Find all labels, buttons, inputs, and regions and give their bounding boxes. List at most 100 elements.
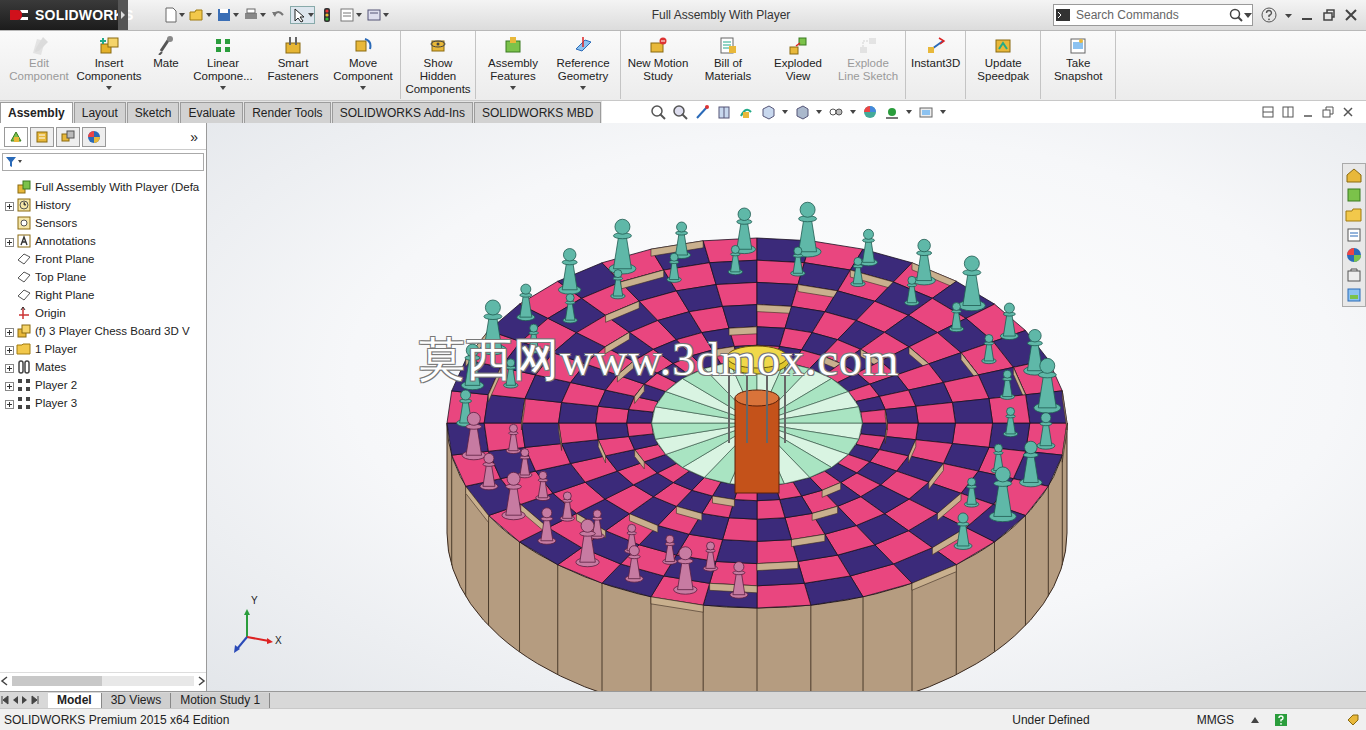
dropdown-arrow-icon[interactable] bbox=[1244, 11, 1252, 19]
expander[interactable] bbox=[5, 399, 14, 408]
command-button[interactable]: New Motion Study bbox=[623, 31, 693, 83]
task-pane-icon[interactable] bbox=[1345, 166, 1363, 184]
rebuild-icon[interactable] bbox=[319, 7, 335, 23]
task-pane-icon[interactable] bbox=[1345, 246, 1363, 264]
command-icon[interactable] bbox=[156, 35, 176, 55]
task-pane-icon[interactable] bbox=[1345, 186, 1363, 204]
command-icon[interactable] bbox=[718, 35, 738, 55]
dropdown-arrow-icon[interactable] bbox=[233, 12, 239, 18]
tree-item[interactable]: Full Assembly With Player (Defa bbox=[0, 178, 206, 196]
view-tool-icon[interactable] bbox=[918, 104, 934, 120]
command-icon[interactable] bbox=[648, 35, 668, 55]
command-icon[interactable] bbox=[503, 35, 523, 55]
file-props-icon[interactable] bbox=[339, 7, 355, 23]
quick-button[interactable] bbox=[162, 7, 185, 23]
tree-item[interactable]: Annotations bbox=[0, 232, 206, 250]
close-icon[interactable] bbox=[1342, 106, 1354, 118]
dropdown-arrow-icon[interactable] bbox=[308, 12, 314, 18]
tree-item[interactable]: Player 3 bbox=[0, 394, 206, 412]
help-icon[interactable] bbox=[1261, 7, 1277, 23]
command-tab[interactable]: Evaluate bbox=[180, 102, 243, 123]
command-button[interactable]: Explode Line Sketch bbox=[833, 31, 903, 83]
save-icon[interactable] bbox=[216, 7, 232, 23]
expander[interactable] bbox=[5, 291, 14, 300]
dropdown-arrow-icon[interactable] bbox=[206, 12, 212, 18]
view-tool-icon[interactable] bbox=[828, 104, 844, 120]
menu-caret[interactable] bbox=[106, 86, 112, 90]
tree-item[interactable]: Player 2 bbox=[0, 376, 206, 394]
tree-item[interactable]: Front Plane bbox=[0, 250, 206, 268]
tree-item[interactable]: History bbox=[0, 196, 206, 214]
command-button[interactable]: Bill of Materials bbox=[693, 31, 763, 83]
expander[interactable] bbox=[5, 327, 14, 336]
tree-item[interactable]: 1 Player bbox=[0, 340, 206, 358]
new-icon[interactable] bbox=[162, 7, 178, 23]
close-icon[interactable] bbox=[1344, 8, 1358, 22]
command-button[interactable]: Smart Fasteners bbox=[258, 31, 328, 83]
view-tool-icon[interactable] bbox=[884, 104, 900, 120]
tab-nav-icon[interactable] bbox=[20, 695, 30, 705]
command-icon[interactable] bbox=[926, 35, 946, 55]
minimize-icon[interactable] bbox=[1300, 8, 1314, 22]
panel-tab-icon[interactable] bbox=[34, 129, 50, 145]
command-icon[interactable] bbox=[1068, 35, 1088, 55]
command-button[interactable]: Mate bbox=[144, 31, 188, 70]
tree-item[interactable]: (f) 3 Player Chess Board 3D V bbox=[0, 322, 206, 340]
dropdown-arrow-icon[interactable] bbox=[1285, 12, 1292, 19]
panel-tab-icon[interactable] bbox=[8, 129, 24, 145]
dropdown-arrow-icon[interactable] bbox=[782, 109, 788, 115]
expander[interactable] bbox=[5, 273, 14, 282]
quick-button[interactable] bbox=[243, 7, 266, 23]
command-tab[interactable]: SOLIDWORKS Add-Ins bbox=[332, 102, 473, 123]
search-field[interactable] bbox=[1072, 8, 1228, 22]
command-button[interactable]: Show Hidden Components bbox=[403, 31, 473, 96]
command-button[interactable]: Instant3D bbox=[908, 31, 963, 70]
menu-caret[interactable] bbox=[580, 86, 586, 90]
quick-button[interactable] bbox=[216, 7, 239, 23]
command-button[interactable]: Linear Compone... bbox=[188, 31, 258, 90]
command-icon[interactable] bbox=[353, 35, 373, 55]
command-tab[interactable]: Layout bbox=[74, 102, 126, 123]
expander[interactable] bbox=[5, 183, 14, 192]
dropdown-arrow-icon[interactable] bbox=[940, 109, 946, 115]
view-tool-icon[interactable] bbox=[716, 104, 732, 120]
command-icon[interactable] bbox=[428, 35, 448, 55]
menu-caret[interactable] bbox=[360, 86, 366, 90]
menu-caret[interactable] bbox=[510, 86, 516, 90]
view-tool-icon[interactable] bbox=[672, 104, 688, 120]
view-tool-icon[interactable] bbox=[862, 104, 878, 120]
restore-icon[interactable] bbox=[1322, 106, 1334, 118]
tree-item[interactable]: Mates bbox=[0, 358, 206, 376]
print-icon[interactable] bbox=[243, 7, 259, 23]
task-pane-icon[interactable] bbox=[1345, 266, 1363, 284]
more-tabs-button[interactable]: » bbox=[190, 129, 202, 145]
panel-tab[interactable] bbox=[82, 127, 106, 147]
command-tab[interactable]: Assembly bbox=[0, 102, 73, 123]
command-tab[interactable]: SOLIDWORKS MBD bbox=[474, 102, 601, 123]
dropdown-arrow-icon[interactable] bbox=[356, 12, 362, 18]
panel-tab[interactable] bbox=[30, 127, 54, 147]
view-tool-icon[interactable] bbox=[794, 104, 810, 120]
tree-item[interactable]: Top Plane bbox=[0, 268, 206, 286]
tile-icon[interactable] bbox=[1282, 106, 1294, 118]
units-up-arrow-icon[interactable] bbox=[1250, 715, 1260, 725]
view-tool-icon[interactable] bbox=[760, 104, 776, 120]
dropdown-arrow-icon[interactable] bbox=[906, 109, 912, 115]
expander[interactable] bbox=[5, 381, 14, 390]
command-icon[interactable] bbox=[213, 35, 233, 55]
command-button[interactable]: Take Snapshot bbox=[1043, 31, 1113, 83]
tree-item[interactable]: Origin bbox=[0, 304, 206, 322]
dropdown-arrow-icon[interactable] bbox=[179, 12, 185, 18]
tree-item[interactable]: Right Plane bbox=[0, 286, 206, 304]
expander[interactable] bbox=[5, 255, 14, 264]
tile-icon[interactable] bbox=[1262, 106, 1274, 118]
scroll-left-icon[interactable] bbox=[0, 676, 10, 686]
task-pane-icon[interactable] bbox=[1345, 206, 1363, 224]
units-selector[interactable]: MMGS bbox=[1197, 713, 1234, 727]
bottom-tab[interactable]: Motion Study 1 bbox=[171, 693, 270, 708]
options-icon[interactable] bbox=[366, 7, 382, 23]
command-tab[interactable]: Sketch bbox=[127, 102, 180, 123]
expander[interactable] bbox=[5, 237, 14, 246]
command-icon[interactable] bbox=[573, 35, 593, 55]
command-tab[interactable]: Render Tools bbox=[244, 102, 331, 123]
